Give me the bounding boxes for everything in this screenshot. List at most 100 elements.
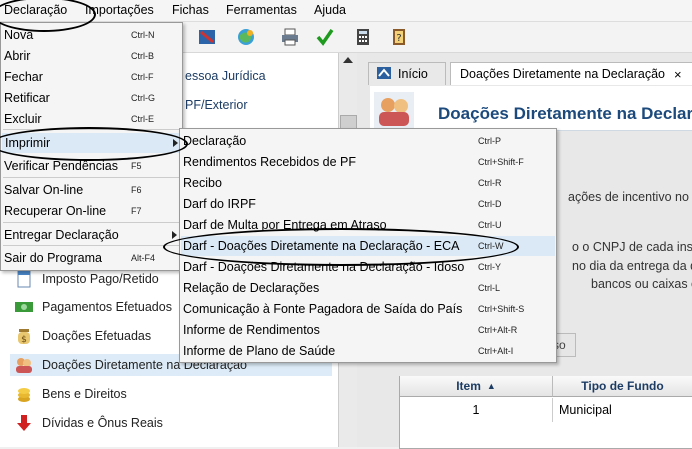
shortcut-label: Ctrl-U <box>478 220 502 230</box>
menu-item-abrir[interactable]: Abrir Ctrl-B <box>4 46 180 66</box>
submenu-arrow-icon <box>172 231 177 239</box>
shortcut-label: Ctrl-E <box>131 114 154 124</box>
menu-item-label: Darf - Doações Diretamente na Declaração… <box>183 239 460 253</box>
menu-item-label: Nova <box>4 28 34 42</box>
imprimir-submenu: Declaração Ctrl-P Rendimentos Recebidos d… <box>179 128 557 363</box>
submenu-item-darf-multa[interactable]: Darf de Multa por Entrega em Atraso Ctrl-… <box>183 215 553 235</box>
shortcut-label: Ctrl-D <box>478 199 502 209</box>
tree-item-imposto-pago[interactable]: Imposto Pago/Retido <box>14 268 159 290</box>
tab-doacoes[interactable]: Doações Diretamente na Declaração × <box>450 62 692 85</box>
menu-item-label: Comunicação à Fonte Pagadora de Saída do… <box>183 302 463 316</box>
submenu-arrow-icon <box>173 139 178 147</box>
submenu-item-darf-irpf[interactable]: Darf do IRPF Ctrl-D <box>183 194 553 214</box>
home-icon <box>376 66 392 83</box>
coins-icon <box>14 385 34 403</box>
document-icon <box>14 270 34 288</box>
check-icon[interactable] <box>313 25 337 49</box>
menu-item-fechar[interactable]: Fechar Ctrl-F <box>4 67 180 87</box>
page-title: Doações Diretamente na Declar <box>438 104 692 123</box>
menu-item-label: Retificar <box>4 91 50 105</box>
menu-separator <box>3 222 179 223</box>
menu-item-entregar[interactable]: Entregar Declaração <box>4 225 180 245</box>
menu-fichas[interactable]: Fichas <box>172 3 209 17</box>
menu-item-label: Rendimentos Recebidos de PF <box>183 155 357 169</box>
column-header-item[interactable]: Item ▲ <box>400 376 553 397</box>
tab-inicio[interactable]: Início <box>368 62 446 85</box>
svg-text:?: ? <box>396 33 401 44</box>
menu-separator <box>3 177 179 178</box>
menu-item-label: Recibo <box>183 176 222 190</box>
menu-item-label: Verificar Pendências <box>4 159 118 173</box>
close-icon[interactable]: × <box>674 67 682 82</box>
menu-item-label: Fechar <box>4 70 43 84</box>
shortcut-label: Ctrl-R <box>478 178 502 188</box>
menu-separator <box>3 245 179 246</box>
tree-item-pf-partial[interactable]: PF/Exterior <box>185 98 248 112</box>
people-icon <box>14 356 34 374</box>
shortcut-label: Ctrl-L <box>478 283 500 293</box>
column-header-tipo[interactable]: Tipo de Fundo <box>553 376 692 397</box>
menu-item-label: Imprimir <box>5 136 51 150</box>
menu-item-nova[interactable]: Nova Ctrl-N <box>4 25 180 45</box>
menu-item-excluir[interactable]: Excluir Ctrl-E <box>4 109 180 129</box>
menu-item-label: Sair do Programa <box>4 251 102 265</box>
cell-value: Municipal <box>559 403 612 417</box>
menu-item-label: Darf - Doações Diretamente na Declaração… <box>183 260 465 274</box>
submenu-item-informe-plano-saude[interactable]: Informe de Plano de Saúde Ctrl+Alt-I <box>183 341 553 361</box>
menu-ferramentas[interactable]: Ferramentas <box>226 3 297 17</box>
submenu-item-informe-rendimentos[interactable]: Informe de Rendimentos Ctrl+Alt-R <box>183 320 553 340</box>
tree-label: Bens e Direitos <box>42 387 127 401</box>
menu-item-label: Darf do IRPF <box>183 197 256 211</box>
tree-label: Pagamentos Efetuados <box>42 300 172 314</box>
menu-item-label: Abrir <box>4 49 31 63</box>
globe-icon[interactable] <box>234 25 258 49</box>
submenu-item-comunicacao[interactable]: Comunicação à Fonte Pagadora de Saída do… <box>183 299 553 319</box>
menu-item-recuperar-online[interactable]: Recuperar On-line F7 <box>4 201 180 221</box>
submenu-item-recibo[interactable]: Recibo Ctrl-R <box>183 173 553 193</box>
menu-item-label: Informe de Rendimentos <box>183 323 320 337</box>
menu-item-retificar[interactable]: Retificar Ctrl-G <box>4 88 180 108</box>
shortcut-label: Alt-F4 <box>131 253 156 263</box>
shortcut-label: Ctrl-P <box>478 136 501 146</box>
shortcut-label: Ctrl-G <box>131 93 155 103</box>
tree-item-pagamentos[interactable]: Pagamentos Efetuados <box>14 296 172 318</box>
menu-item-salvar-online[interactable]: Salvar On-line F6 <box>4 180 180 200</box>
submenu-item-darf-eca[interactable]: Darf - Doações Diretamente na Declaração… <box>181 236 555 256</box>
menu-item-imprimir[interactable]: Imprimir <box>2 133 181 153</box>
help-book-icon[interactable]: ? <box>387 25 411 49</box>
shortcut-label: Ctrl+Shift-F <box>478 157 524 167</box>
tree-label: Imposto Pago/Retido <box>42 272 159 286</box>
menu-importacoes[interactable]: Importações <box>85 3 154 17</box>
shortcut-label: Ctrl-W <box>478 241 504 251</box>
table-cell[interactable]: Municipal <box>559 398 689 422</box>
tree-item-dividas[interactable]: Dívidas e Ônus Reais <box>14 412 163 434</box>
tree-item-doacoes-efetuadas[interactable]: $ Doações Efetuadas <box>14 325 151 347</box>
tree-item-bens-direitos[interactable]: Bens e Direitos <box>14 383 127 405</box>
shortcut-label: Ctrl-N <box>131 30 155 40</box>
scroll-up-icon[interactable] <box>343 57 353 63</box>
shield-icon[interactable] <box>195 25 219 49</box>
declaracao-menu: Nova Ctrl-N Abrir Ctrl-B Fechar Ctrl-F Reti… <box>0 22 183 271</box>
people-icon <box>374 92 414 131</box>
submenu-item-relacao[interactable]: Relação de Declarações Ctrl-L <box>183 278 553 298</box>
submenu-item-rendimentos-pf[interactable]: Rendimentos Recebidos de PF Ctrl+Shift-F <box>183 152 553 172</box>
shortcut-label: Ctrl+Shift-S <box>478 304 525 314</box>
shortcut-label: Ctrl-Y <box>478 262 501 272</box>
tree-item-pj-partial[interactable]: essoa Jurídica <box>185 69 266 83</box>
shortcut-label: F7 <box>131 206 142 216</box>
submenu-item-declaracao[interactable]: Declaração Ctrl-P <box>183 131 553 151</box>
svg-text:$: $ <box>21 335 27 345</box>
printer-icon[interactable] <box>278 25 302 49</box>
info-text: bancos ou caixas ele <box>591 277 692 291</box>
menu-item-sair[interactable]: Sair do Programa Alt-F4 <box>4 248 180 268</box>
menu-item-verificar[interactable]: Verificar Pendências F5 <box>4 156 180 176</box>
table-cell[interactable]: 1 <box>400 398 553 422</box>
shortcut-label: Ctrl+Alt-R <box>478 325 518 335</box>
tree-label: Dívidas e Ônus Reais <box>42 416 163 430</box>
tree-label: Doações Efetuadas <box>42 329 152 343</box>
menu-ajuda[interactable]: Ajuda <box>314 3 346 17</box>
calculator-icon[interactable] <box>351 25 375 49</box>
menu-declaracao[interactable]: Declaração <box>4 3 67 17</box>
submenu-item-darf-idoso[interactable]: Darf - Doações Diretamente na Declaração… <box>183 257 553 277</box>
info-text: ações de incentivo no an <box>568 190 692 204</box>
